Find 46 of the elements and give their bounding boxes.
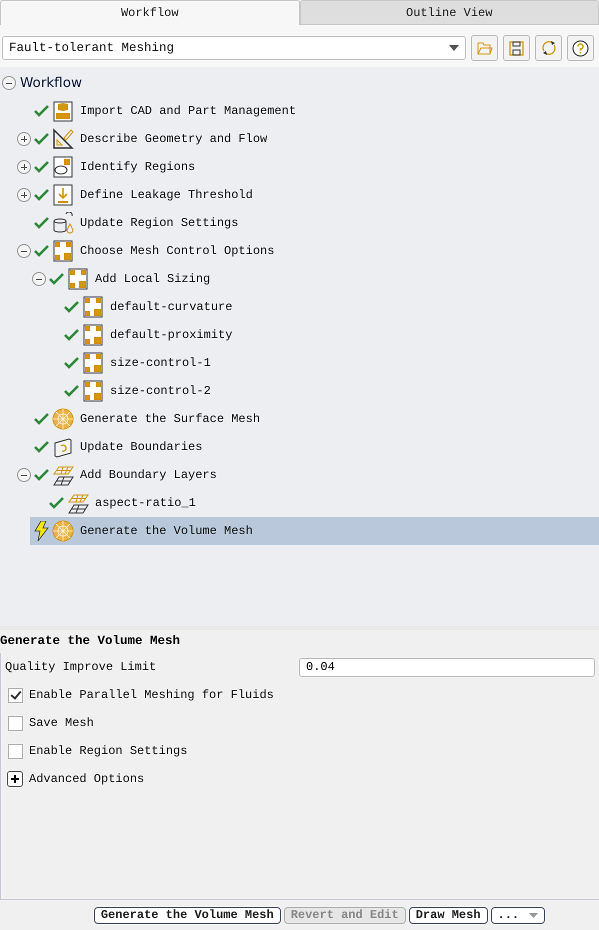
tree-item[interactable]: Identify Regions [30, 153, 599, 181]
tree-item[interactable]: Add Boundary Layers [30, 461, 599, 489]
tree-item-label: Choose Mesh Control Options [80, 244, 274, 258]
tree-item-label: Add Local Sizing [95, 272, 210, 286]
tree-item-label: Identify Regions [80, 160, 196, 174]
tree-item-label: size-control-2 [110, 384, 211, 398]
tree-item[interactable]: Describe Geometry and Flow [30, 125, 599, 153]
tree-item-label: Generate the Volume Mesh [80, 524, 253, 538]
tree-root-label: Workflow [20, 75, 82, 91]
checkbox-label: Save Mesh [29, 716, 94, 730]
tree-item[interactable]: Update Boundaries [30, 433, 599, 461]
input-field[interactable]: 0.04 [299, 658, 595, 676]
tree-item[interactable]: Define Leakage Threshold [30, 181, 599, 209]
tree-item-label: Describe Geometry and Flow [80, 132, 268, 146]
tree-item[interactable]: size-control-2 [60, 377, 599, 405]
tree-item[interactable]: Import CAD and Part Management [30, 97, 599, 125]
tree-item-label: Update Region Settings [80, 216, 238, 230]
tree-item-label: Define Leakage Threshold [80, 188, 253, 202]
tree-item-label: size-control-1 [110, 356, 211, 370]
tree-item-label: Update Boundaries [80, 440, 202, 454]
tree-item-label: default-curvature [110, 300, 232, 314]
field-label: Quality Improve Limit [5, 660, 156, 674]
tree-item[interactable]: Update Region Settings [30, 209, 599, 237]
panel-title: Generate the Volume Mesh [0, 633, 182, 650]
tree-item[interactable]: Generate the Surface Mesh [30, 405, 599, 433]
tab[interactable]: Outline View [300, 0, 599, 25]
tree-item-label: default-proximity [110, 328, 232, 342]
workflow-dropdown[interactable]: Fault-tolerant Meshing [2, 36, 466, 60]
tree-item-label: Generate the Surface Mesh [80, 412, 260, 426]
checkbox-label: Enable Parallel Meshing for Fluids [29, 688, 274, 702]
checkbox-label: Enable Region Settings [29, 744, 188, 758]
tree-item[interactable]: aspect-ratio_1 [45, 489, 599, 517]
section-label: Advanced Options [29, 772, 144, 786]
tab[interactable]: Workflow [0, 0, 300, 25]
tree-item-label: Add Boundary Layers [80, 468, 217, 482]
tree-item[interactable]: Generate the Volume Mesh [30, 517, 599, 545]
more-dropdown[interactable]: ... [490, 906, 546, 924]
tree-item-label: Import CAD and Part Management [80, 104, 296, 118]
tree-item[interactable]: Choose Mesh Control Options [30, 237, 599, 265]
tree-item-label: aspect-ratio_1 [95, 496, 196, 510]
tree-item[interactable]: default-proximity [60, 321, 599, 349]
action-button[interactable]: Draw Mesh [408, 906, 488, 924]
tree-item[interactable]: default-curvature [60, 293, 599, 321]
tree-item[interactable]: size-control-1 [60, 349, 599, 377]
action-button[interactable]: Generate the Volume Mesh [94, 906, 281, 924]
tree-item[interactable]: Add Local Sizing [45, 265, 599, 293]
